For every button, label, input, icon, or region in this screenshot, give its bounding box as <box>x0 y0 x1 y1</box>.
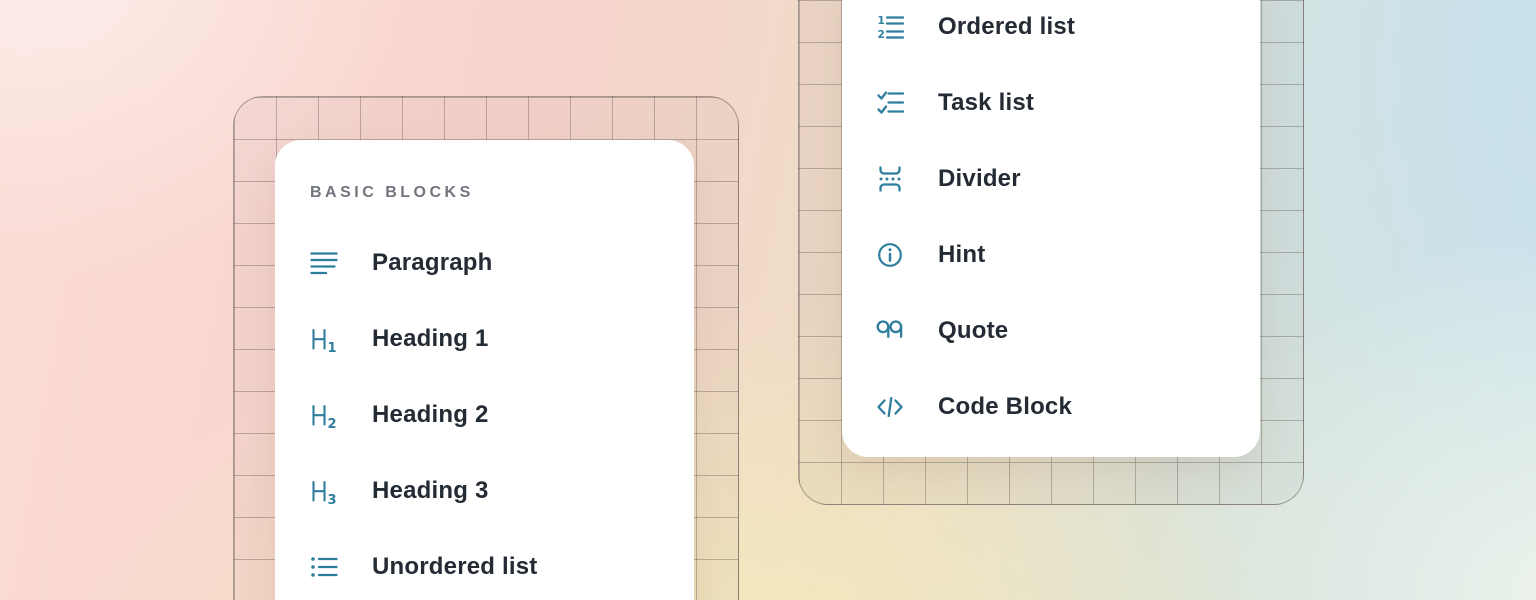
menu-item-label: Heading 3 <box>372 477 489 505</box>
ordered-list-icon <box>876 13 904 41</box>
menu-item-label: Unordered list <box>372 553 538 581</box>
quote-icon <box>876 317 904 345</box>
heading-3-icon <box>310 477 338 505</box>
menu-item-divider[interactable]: Divider <box>842 141 1260 217</box>
menu-item-label: Divider <box>938 165 1021 193</box>
menu-item-label: Code Block <box>938 393 1072 421</box>
menu-item-task-list[interactable]: Task list <box>842 65 1260 141</box>
menu-item-heading-1[interactable]: Heading 1 <box>275 301 694 377</box>
basic-blocks-menu-card: BASIC BLOCKS Paragraph Heading 1 Heading… <box>275 140 694 600</box>
menu-list-left: Paragraph Heading 1 Heading 2 Heading 3 … <box>275 225 694 600</box>
menu-item-hint[interactable]: Hint <box>842 217 1260 293</box>
menu-item-label: Quote <box>938 317 1008 345</box>
blocks-menu-card-right: Ordered list Task list Divider Hint Quot… <box>842 0 1260 457</box>
basic-blocks-section-header: BASIC BLOCKS <box>310 176 659 210</box>
menu-list-right: Ordered list Task list Divider Hint Quot… <box>842 0 1260 445</box>
block-insert-menus-illustration: BASIC BLOCKS Paragraph Heading 1 Heading… <box>0 0 1536 600</box>
menu-item-label: Hint <box>938 241 985 269</box>
heading-2-icon <box>310 401 338 429</box>
menu-item-heading-2[interactable]: Heading 2 <box>275 377 694 453</box>
menu-item-quote[interactable]: Quote <box>842 293 1260 369</box>
menu-item-label: Heading 2 <box>372 401 489 429</box>
divider-icon <box>876 165 904 193</box>
paragraph-icon <box>310 249 338 277</box>
menu-item-unordered-list[interactable]: Unordered list <box>275 529 694 600</box>
menu-item-ordered-list[interactable]: Ordered list <box>842 0 1260 65</box>
heading-1-icon <box>310 325 338 353</box>
code-block-icon <box>876 393 904 421</box>
task-list-icon <box>876 89 904 117</box>
menu-item-label: Task list <box>938 89 1034 117</box>
menu-item-code-block[interactable]: Code Block <box>842 369 1260 445</box>
menu-item-heading-3[interactable]: Heading 3 <box>275 453 694 529</box>
menu-item-paragraph[interactable]: Paragraph <box>275 225 694 301</box>
hint-icon <box>876 241 904 269</box>
menu-item-label: Paragraph <box>372 249 493 277</box>
menu-item-label: Ordered list <box>938 13 1075 41</box>
menu-item-label: Heading 1 <box>372 325 489 353</box>
unordered-list-icon <box>310 553 338 581</box>
